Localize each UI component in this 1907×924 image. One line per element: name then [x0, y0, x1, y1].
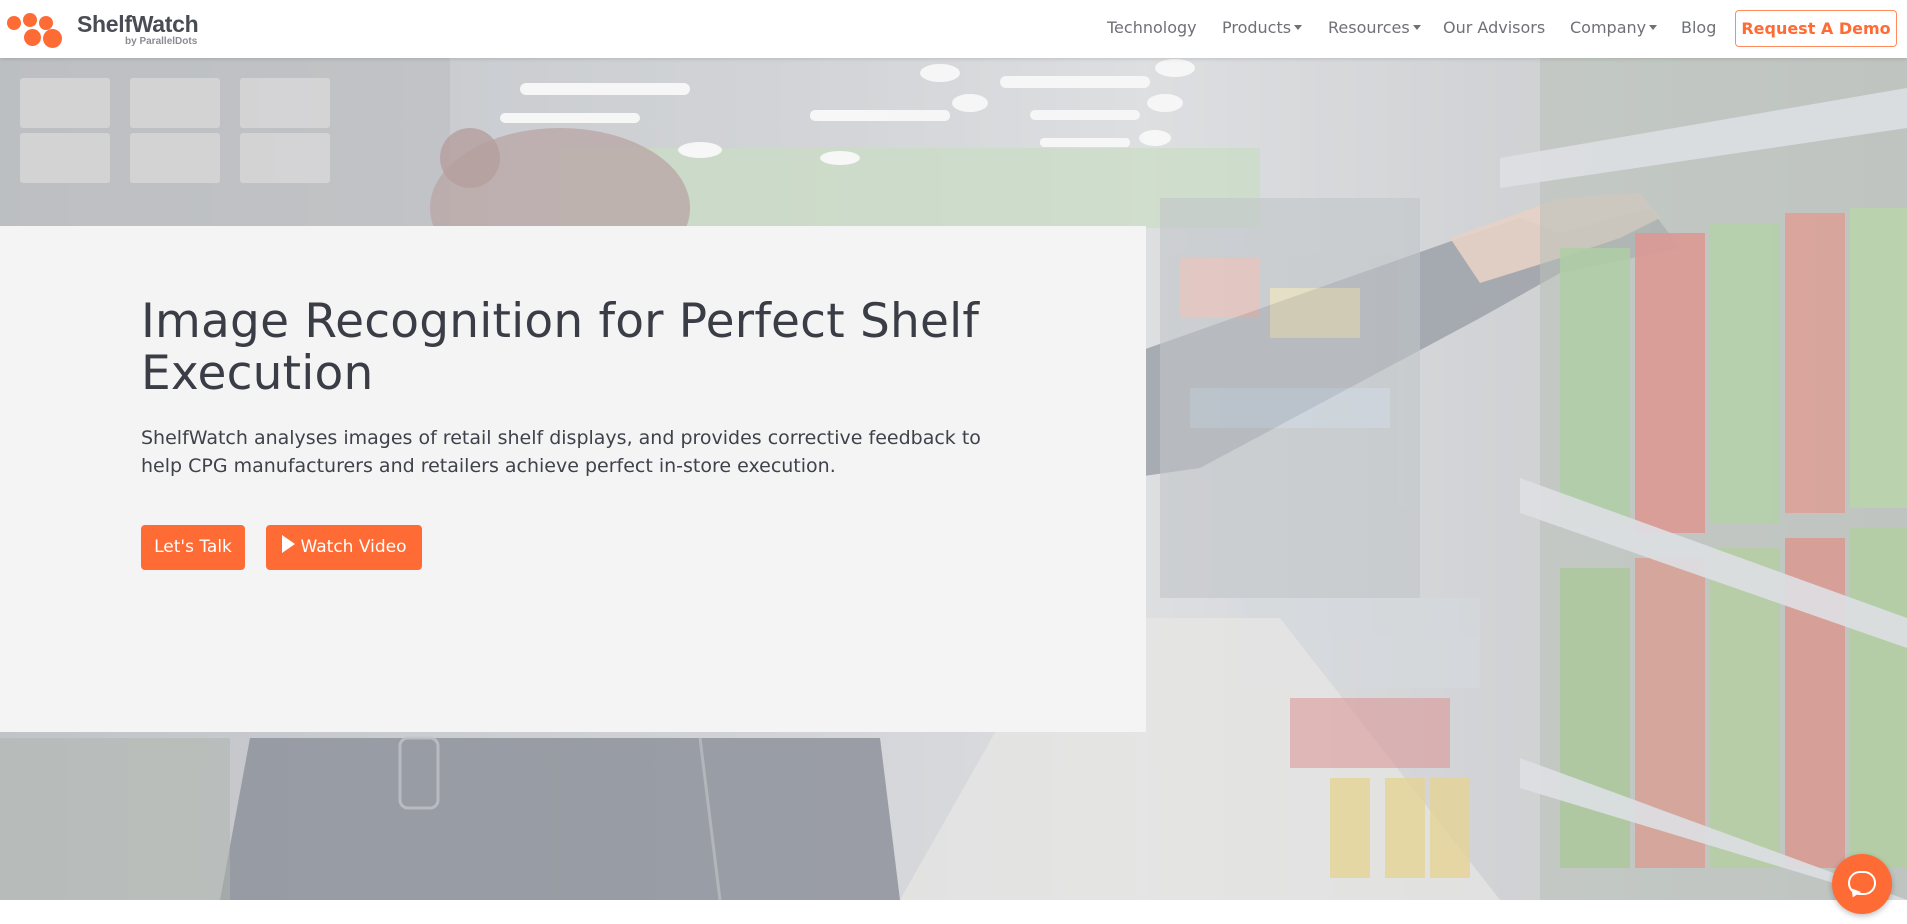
nav-item-technology[interactable]: Technology: [1107, 18, 1197, 37]
logo-tagline: by ParallelDots: [125, 36, 198, 47]
shelfwatch-logo[interactable]: ShelfWatch by ParallelDots: [7, 9, 207, 49]
site-header: ShelfWatch by ParallelDots Technology Pr…: [0, 0, 1907, 58]
chat-widget-button[interactable]: [1832, 854, 1892, 914]
nav-item-company[interactable]: Company: [1570, 18, 1658, 37]
logo-brand-name: ShelfWatch: [77, 11, 199, 37]
hero-description: ShelfWatch analyses images of retail she…: [141, 427, 981, 477]
nav-item-our-advisors[interactable]: Our Advisors: [1443, 18, 1545, 37]
nav-item-label: Products: [1222, 18, 1292, 37]
play-icon: [281, 535, 295, 553]
logo-dots-icon: [7, 13, 67, 49]
hero-text-card: Image Recognition for Perfect Shelf Exec…: [0, 226, 1146, 732]
nav-item-products[interactable]: Products: [1222, 18, 1303, 37]
nav-item-label: Company: [1570, 18, 1647, 37]
nav-item-blog[interactable]: Blog: [1681, 18, 1716, 37]
lets-talk-button[interactable]: Let's Talk: [141, 525, 245, 570]
request-demo-button[interactable]: Request A Demo: [1735, 10, 1897, 47]
nav-item-label: Resources: [1328, 18, 1410, 37]
watch-video-label: Watch Video: [300, 537, 407, 557]
chevron-down-icon: [1649, 25, 1658, 30]
chevron-down-icon: [1294, 25, 1303, 30]
watch-video-button[interactable]: Watch Video: [266, 525, 422, 570]
nav-item-label: Technology: [1107, 18, 1197, 37]
nav-item-label: Our Advisors: [1443, 18, 1546, 37]
nav-item-resources[interactable]: Resources: [1328, 18, 1421, 37]
chevron-down-icon: [1412, 25, 1421, 30]
nav-item-label: Blog: [1681, 18, 1717, 37]
hero-headline: Image Recognition for Perfect Shelf Exec…: [141, 294, 980, 401]
